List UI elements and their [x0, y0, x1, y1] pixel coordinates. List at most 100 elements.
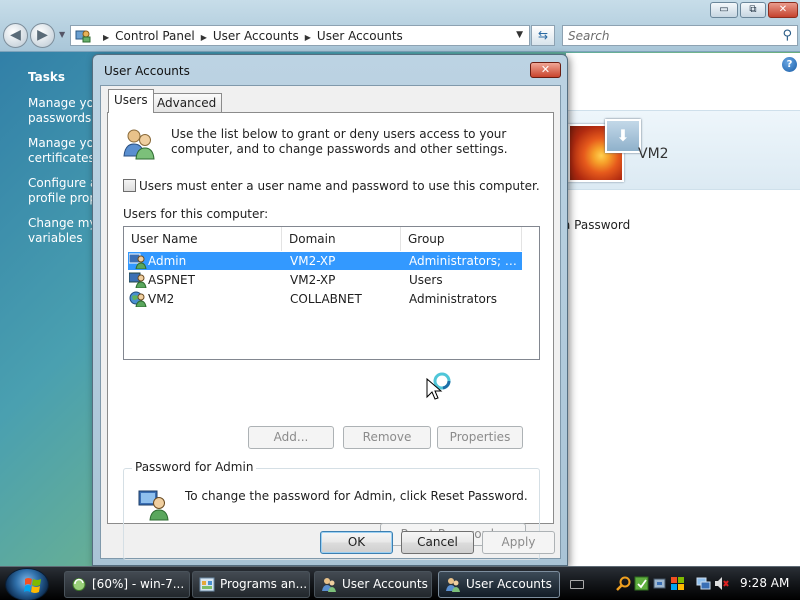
- must-enter-password-checkbox[interactable]: [123, 179, 136, 192]
- column-header-user-name[interactable]: User Name: [124, 227, 282, 251]
- system-tray: 9:28 AM: [610, 571, 800, 598]
- breadcrumb-user-accounts[interactable]: User Accounts: [213, 29, 299, 43]
- keyboard-icon[interactable]: [570, 580, 584, 589]
- task-link-line: profile properties: [28, 191, 95, 205]
- task-link-line: Change my environment: [28, 216, 95, 230]
- dialog-close-button[interactable]: ✕: [530, 62, 561, 78]
- password-instructions: To change the password for Admin, click …: [185, 489, 528, 503]
- cell-domain: COLLABNET: [290, 292, 362, 306]
- network-icon[interactable]: [696, 576, 711, 591]
- cancel-button[interactable]: Cancel: [401, 531, 474, 554]
- add-user-button[interactable]: Add...: [248, 426, 334, 449]
- cell-group: Administrators; Us...: [409, 254, 521, 268]
- user-password-icon: [138, 490, 169, 521]
- download-arrow-icon: ⬇: [605, 119, 641, 153]
- cell-user-name: VM2: [148, 292, 175, 306]
- task-link-profile[interactable]: Configure advanced profile properties: [28, 176, 95, 206]
- chevron-right-icon: ▶: [200, 33, 207, 42]
- cell-user-name: Admin: [148, 254, 187, 268]
- chevron-right-icon: ▶: [103, 33, 110, 42]
- task-link-line: Configure advanced: [28, 176, 95, 190]
- apply-button[interactable]: Apply: [482, 531, 555, 554]
- breadcrumb-user-accounts-current[interactable]: User Accounts: [317, 29, 403, 43]
- users-tab-panel: Use the list below to grant or deny user…: [107, 112, 554, 560]
- tab-advanced[interactable]: Advanced: [151, 93, 223, 113]
- cell-domain: VM2-XP: [290, 273, 336, 287]
- taskbar-item-user-accounts-active[interactable]: User Accounts: [438, 571, 560, 598]
- taskbar: [60%] - win-7... Programs an... User Acc…: [0, 566, 800, 600]
- cell-group: Administrators: [409, 292, 498, 306]
- cell-domain: VM2-XP: [290, 254, 336, 268]
- breadcrumb: ▶ Control Panel ▶ User Accounts ▶ User Accoun…: [97, 29, 403, 43]
- close-window-button[interactable]: ✕: [768, 2, 798, 18]
- users-icon: [322, 578, 336, 592]
- task-link-line: variables: [28, 231, 83, 245]
- table-row[interactable]: ASPNET VM2-XP Users: [128, 271, 522, 289]
- password-group-legend: Password for Admin: [132, 460, 257, 474]
- dialog-body: Users Advanced Use the list below to gra…: [100, 85, 561, 560]
- domain-user-icon: [129, 291, 147, 307]
- taskbar-item-label: User Accounts: [466, 577, 552, 591]
- task-link-line: passwords: [28, 111, 92, 125]
- search-tray-icon[interactable]: [616, 576, 631, 591]
- column-header-group[interactable]: Group: [401, 227, 522, 251]
- users-icon: [123, 129, 155, 160]
- column-header-domain[interactable]: Domain: [282, 227, 401, 251]
- table-row[interactable]: Admin VM2-XP Administrators; Us...: [128, 252, 522, 270]
- taskbar-item-user-accounts[interactable]: User Accounts: [314, 571, 432, 598]
- properties-button[interactable]: Properties: [437, 426, 523, 449]
- password-link[interactable]: a Password: [563, 218, 630, 232]
- dialog-title: User Accounts: [104, 64, 190, 78]
- back-button[interactable]: ◀: [3, 23, 28, 48]
- volume-muted-icon[interactable]: [714, 576, 729, 591]
- task-link-line: Manage your: [28, 136, 95, 150]
- forward-button[interactable]: ▶: [30, 23, 55, 48]
- task-pane: Tasks Manage your passwords Manage your …: [0, 53, 95, 566]
- tab-users[interactable]: Users: [108, 89, 154, 113]
- security-tray-icon[interactable]: [670, 576, 685, 591]
- breadcrumb-control-panel[interactable]: Control Panel: [115, 29, 195, 43]
- chevron-down-icon[interactable]: ▼: [516, 30, 523, 40]
- ok-button[interactable]: OK: [320, 531, 393, 554]
- users-icon: [446, 578, 460, 592]
- clock[interactable]: 9:28 AM: [740, 576, 789, 590]
- help-icon[interactable]: ?: [782, 57, 797, 72]
- user-icon: [129, 272, 147, 288]
- address-bar[interactable]: ▶ Control Panel ▶ User Accounts ▶ User Accoun…: [70, 25, 530, 46]
- checkbox-label: Users must enter a user name and passwor…: [139, 179, 540, 193]
- users-list[interactable]: User Name Domain Group Admin VM2-XP Admi…: [123, 226, 540, 360]
- task-link-passwords[interactable]: Manage your passwords: [28, 96, 95, 126]
- user-name: VM2: [638, 146, 669, 162]
- search-placeholder: Search: [568, 29, 610, 43]
- taskbar-item-label: User Accounts: [342, 577, 428, 591]
- must-enter-password-option[interactable]: Users must enter a user name and passwor…: [123, 179, 540, 193]
- minimize-button[interactable]: ▭: [710, 2, 738, 18]
- search-icon[interactable]: ⚲: [782, 28, 792, 43]
- table-row[interactable]: VM2 COLLABNET Administrators: [128, 290, 522, 308]
- taskbar-item-sync[interactable]: [60%] - win-7...: [64, 571, 190, 598]
- search-input[interactable]: Search ⚲: [562, 25, 798, 46]
- intro-text: Use the list below to grant or deny user…: [171, 127, 508, 156]
- busy-cursor-icon: [426, 372, 451, 400]
- windows-logo-icon: [24, 578, 41, 593]
- control-panel-icon: [75, 30, 91, 43]
- start-button[interactable]: [5, 568, 49, 600]
- remove-user-button[interactable]: Remove: [343, 426, 431, 449]
- device-tray-icon[interactable]: [652, 576, 667, 591]
- task-link-line: certificates: [28, 151, 95, 165]
- programs-icon: [199, 577, 215, 592]
- task-link-line: Manage your: [28, 96, 95, 110]
- recent-pages-dropdown[interactable]: ▼: [59, 30, 65, 39]
- cell-group: Users: [409, 273, 443, 287]
- refresh-button[interactable]: ⇆: [531, 25, 555, 46]
- taskbar-item-label: Programs an...: [220, 577, 308, 591]
- task-link-environment[interactable]: Change my environment variables: [28, 216, 95, 246]
- users-list-label: Users for this computer:: [123, 207, 269, 221]
- chevron-right-icon: ▶: [304, 33, 311, 42]
- user-icon: [129, 253, 147, 269]
- task-link-certificates[interactable]: Manage your certificates: [28, 136, 95, 166]
- taskbar-item-programs[interactable]: Programs an...: [192, 571, 310, 598]
- maximize-button[interactable]: ⧉: [740, 2, 766, 18]
- sync-tray-icon[interactable]: [634, 576, 649, 591]
- user-accounts-dialog: User Accounts ✕ Users Advanced Use the l…: [92, 54, 568, 566]
